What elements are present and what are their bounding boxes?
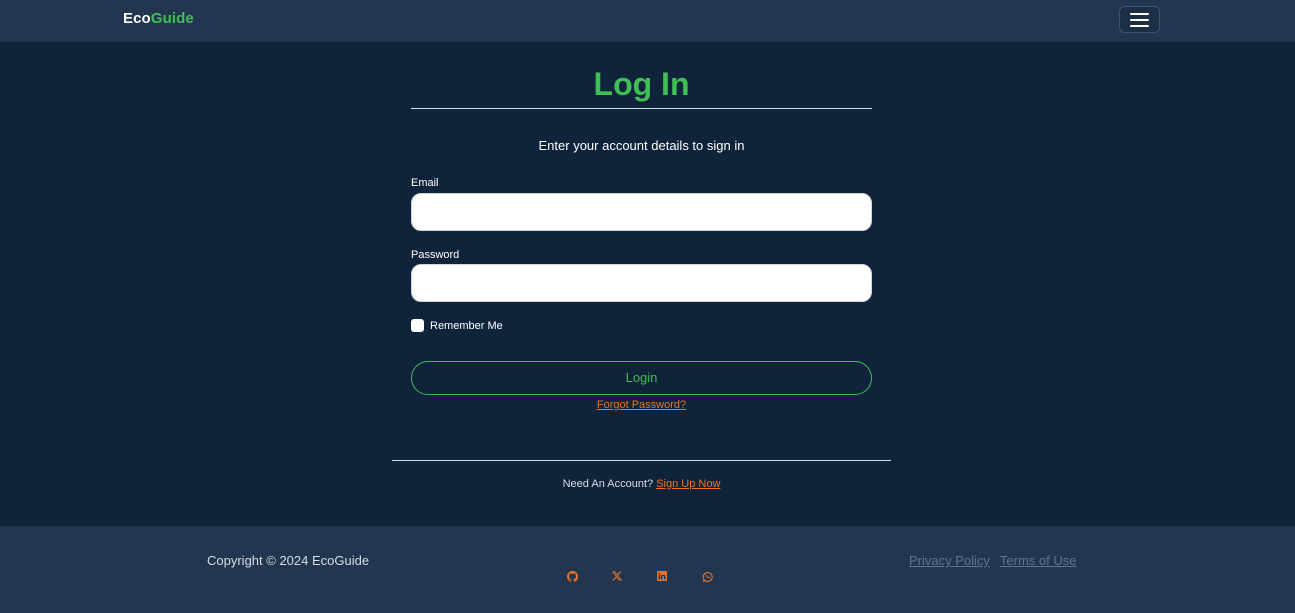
- login-subtitle: Enter your account details to sign in: [538, 138, 745, 153]
- remember-me-checkbox[interactable]: [411, 319, 424, 332]
- remember-me-row: Remember Me: [411, 319, 503, 332]
- terms-of-use-link[interactable]: Terms of Use: [1000, 553, 1077, 568]
- privacy-policy-link[interactable]: Privacy Policy: [909, 553, 990, 568]
- hamburger-icon-bar: [1130, 24, 1149, 27]
- copyright-text: Copyright © 2024 EcoGuide: [207, 553, 370, 568]
- hamburger-icon-bar: [1130, 18, 1149, 21]
- legal-links: Privacy Policy Terms of Use: [909, 553, 1077, 568]
- login-section: Log In Enter your account details to sig…: [0, 42, 1295, 526]
- forgot-password-link[interactable]: Forgot Password?: [411, 399, 872, 411]
- page-footer: Copyright © 2024 EcoGuide Privacy Policy…: [0, 526, 1295, 613]
- login-button[interactable]: Login: [411, 361, 872, 395]
- password-label: Password: [411, 249, 460, 261]
- brand-logo[interactable]: EcoGuide: [123, 10, 194, 27]
- title-divider: [411, 108, 872, 109]
- email-label: Email: [411, 177, 439, 189]
- whatsapp-icon[interactable]: [701, 570, 713, 582]
- signup-prompt-row: Need An Account? Sign Up Now: [392, 478, 891, 490]
- email-field[interactable]: [411, 193, 872, 231]
- github-icon[interactable]: [566, 570, 578, 582]
- hamburger-menu-button[interactable]: [1119, 6, 1160, 33]
- x-icon[interactable]: [611, 570, 623, 582]
- signup-prompt: Need An Account?: [562, 478, 654, 490]
- top-navbar: EcoGuide: [0, 0, 1295, 42]
- linkedin-icon[interactable]: [656, 570, 668, 582]
- page-title: Log In: [593, 66, 690, 102]
- brand-eco: Eco: [123, 10, 151, 27]
- brand-guide: Guide: [150, 10, 194, 27]
- social-links: [566, 570, 713, 582]
- signup-divider: [392, 460, 891, 461]
- signup-link[interactable]: Sign Up Now: [656, 478, 720, 490]
- password-field[interactable]: [411, 264, 872, 302]
- hamburger-icon-bar: [1130, 12, 1149, 15]
- remember-me-label: Remember Me: [430, 319, 503, 332]
